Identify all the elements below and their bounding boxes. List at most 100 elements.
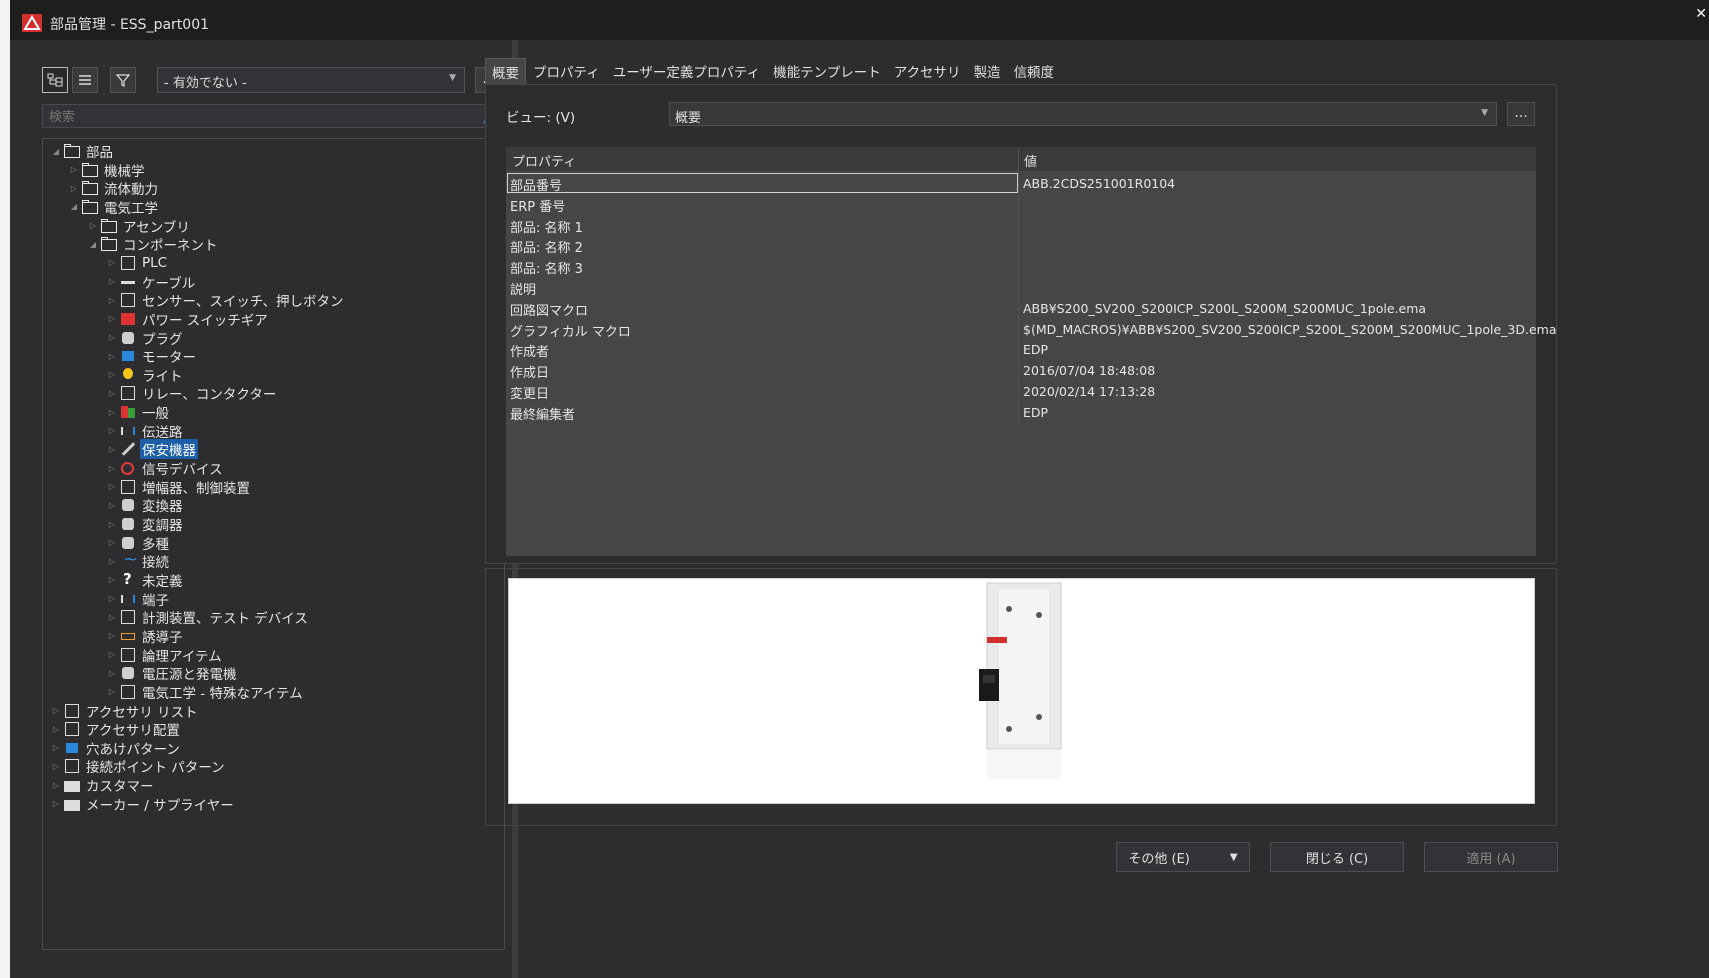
tab-5[interactable]: 製造 — [968, 58, 1007, 84]
expand-icon[interactable]: ▷ — [105, 482, 119, 491]
expand-icon[interactable]: ▷ — [105, 389, 119, 398]
tab-2[interactable]: ユーザー定義プロパティ — [607, 58, 766, 84]
expand-icon[interactable]: ▷ — [105, 370, 119, 379]
parts-tree[interactable]: ◢ 部品 ▷ 機械学 ▷ 流体動力 ◢ 電気工学 ▷ アセンブリ ◢ コンポーネント ▷ PLC ▷ ケーブル… — [42, 138, 505, 950]
expand-icon[interactable]: ▷ — [105, 258, 119, 267]
expand-icon[interactable]: ▷ — [105, 445, 119, 454]
tab-1[interactable]: プロパティ — [527, 58, 606, 84]
table-row[interactable]: 回路図マクロ ABB¥S200_SV200_S200ICP_S200L_S200M… — [506, 298, 1536, 319]
expand-icon[interactable]: ▷ — [105, 687, 119, 696]
property-value[interactable]: EDP — [1023, 405, 1048, 420]
table-row[interactable]: グラフィカル マクロ $(MD_MACROS)¥ABB¥S200_SV200_S2… — [506, 319, 1556, 340]
property-value[interactable]: ABB¥S200_SV200_S200ICP_S200L_S200M_S200M… — [1023, 301, 1426, 316]
expand-icon[interactable]: ▷ — [105, 464, 119, 473]
tree-node[interactable]: ▷ 一般 — [105, 402, 171, 422]
expand-icon[interactable]: ▷ — [105, 594, 119, 603]
tree-node[interactable]: ▷ 変換器 — [105, 495, 185, 515]
expand-icon[interactable]: ▷ — [67, 165, 81, 174]
tree-node[interactable]: ▷ 機械学 — [67, 160, 147, 180]
tree-node[interactable]: ◢ コンポーネント — [86, 234, 220, 254]
tree-node[interactable]: ▷ 流体動力 — [67, 178, 160, 198]
tree-node[interactable]: ▷ 端子 — [105, 589, 171, 609]
expand-icon[interactable]: ▷ — [105, 426, 119, 435]
tree-node[interactable]: ▷ 穴あけパターン — [49, 738, 182, 758]
table-row[interactable]: 部品: 名称 3 — [506, 256, 1536, 277]
tree-node[interactable]: ▷ 伝送路 — [105, 421, 185, 441]
filter-combo[interactable]: - 有効でない - ▼ — [157, 67, 465, 93]
tree-node[interactable]: ▷ アセンブリ — [86, 216, 192, 236]
expand-icon[interactable]: ▷ — [105, 631, 119, 640]
expand-icon[interactable]: ▷ — [49, 781, 63, 790]
table-row[interactable]: 部品: 名称 2 — [506, 235, 1536, 256]
tree-node[interactable]: ▷ ケーブル — [105, 272, 197, 292]
tree-node[interactable]: ▷ リレー、コンタクター — [105, 383, 278, 403]
table-row[interactable]: 最終編集者 EDP — [506, 402, 1536, 423]
property-value[interactable]: EDP — [1023, 342, 1048, 357]
expand-icon[interactable]: ▷ — [105, 296, 119, 305]
tree-view-button[interactable] — [42, 67, 68, 93]
expand-icon[interactable]: ▷ — [105, 669, 119, 678]
tree-node[interactable]: ▷ PLC — [105, 253, 169, 273]
tree-node[interactable]: ▷ アクセサリ配置 — [49, 719, 182, 739]
column-header-property[interactable]: プロパティ — [512, 151, 576, 170]
tree-node[interactable]: ▷ 誘導子 — [105, 626, 185, 646]
expand-icon[interactable]: ▷ — [49, 743, 63, 752]
expand-icon[interactable]: ▷ — [105, 613, 119, 622]
expand-icon[interactable]: ▷ — [105, 575, 119, 584]
tree-node[interactable]: ▷ 電圧源と発電機 — [105, 663, 239, 683]
expand-icon[interactable]: ▷ — [105, 557, 119, 566]
tab-4[interactable]: アクセサリ — [888, 58, 967, 84]
expand-icon[interactable]: ▷ — [105, 520, 119, 529]
collapse-icon[interactable]: ◢ — [49, 147, 63, 156]
tab-0[interactable]: 概要 — [485, 58, 526, 84]
expand-icon[interactable]: ▷ — [105, 314, 119, 323]
tab-3[interactable]: 機能テンプレート — [767, 58, 887, 84]
property-value[interactable]: ABB.2CDS251001R0104 — [1023, 176, 1175, 191]
expand-icon[interactable]: ▷ — [49, 762, 63, 771]
tree-node[interactable]: ▷ 増幅器、制御装置 — [105, 477, 252, 497]
table-row[interactable]: ERP 番号 — [506, 194, 1536, 215]
table-row[interactable]: 部品番号 ABB.2CDS251001R0104 — [506, 173, 1536, 194]
tree-node[interactable]: ▷ 電気工学 - 特殊なアイテム — [105, 682, 305, 702]
expand-icon[interactable]: ▷ — [105, 650, 119, 659]
view-combo[interactable]: 概要 ▼ — [669, 102, 1497, 126]
expand-icon[interactable]: ▷ — [86, 221, 100, 230]
tree-node[interactable]: ▷ ライト — [105, 365, 185, 385]
apply-button[interactable]: 適用 (A) — [1424, 842, 1558, 872]
tree-node[interactable]: ▷ プラグ — [105, 328, 185, 348]
expand-icon[interactable]: ▷ — [105, 501, 119, 510]
expand-icon[interactable]: ▷ — [105, 408, 119, 417]
tree-node[interactable]: ▷ アクセサリ リスト — [49, 701, 200, 721]
expand-icon[interactable]: ▷ — [105, 538, 119, 547]
tree-node[interactable]: ◢ 部品 — [49, 141, 115, 161]
expand-icon[interactable]: ▷ — [49, 725, 63, 734]
tab-6[interactable]: 信頼度 — [1008, 58, 1061, 84]
tree-node[interactable]: ▷ メーカー / サプライヤー — [49, 794, 236, 814]
tree-node[interactable]: ▷ 保安機器 — [105, 439, 198, 460]
tree-node[interactable]: ▷ 計測装置、テスト デバイス — [105, 607, 310, 627]
tree-node[interactable]: ▷ モーター — [105, 346, 198, 366]
table-row[interactable]: 説明 — [506, 277, 1536, 298]
collapse-icon[interactable]: ◢ — [86, 240, 100, 249]
tree-node[interactable]: ▷ 変調器 — [105, 514, 185, 534]
tree-node[interactable]: ▷ パワー スイッチギア — [105, 309, 270, 329]
expand-icon[interactable]: ▷ — [67, 184, 81, 193]
expand-icon[interactable]: ▷ — [105, 352, 119, 361]
tree-node[interactable]: ▷ 接続ポイント パターン — [49, 756, 227, 776]
property-value[interactable]: 2016/07/04 18:48:08 — [1023, 363, 1155, 378]
tree-node[interactable]: ▷ 信号デバイス — [105, 458, 225, 478]
list-view-button[interactable] — [72, 67, 98, 93]
filter-button[interactable] — [110, 67, 136, 93]
expand-icon[interactable]: ▷ — [105, 333, 119, 342]
property-value[interactable]: $(MD_MACROS)¥ABB¥S200_SV200_S200ICP_S200… — [1023, 322, 1556, 337]
tree-node[interactable]: ▷ 接続 — [105, 549, 171, 571]
collapse-icon[interactable]: ◢ — [67, 202, 81, 211]
table-row[interactable]: 変更日 2020/02/14 17:13:28 — [506, 381, 1536, 402]
tree-node[interactable]: ◢ 電気工学 — [67, 197, 160, 217]
expand-icon[interactable]: ▷ — [105, 277, 119, 286]
expand-icon[interactable]: ▷ — [49, 706, 63, 715]
table-row[interactable]: 作成者 EDP — [506, 339, 1536, 360]
property-value[interactable]: 2020/02/14 17:13:28 — [1023, 384, 1155, 399]
column-header-value[interactable]: 値 — [1024, 151, 1037, 170]
tree-node[interactable]: ▷ カスタマー — [49, 775, 156, 795]
